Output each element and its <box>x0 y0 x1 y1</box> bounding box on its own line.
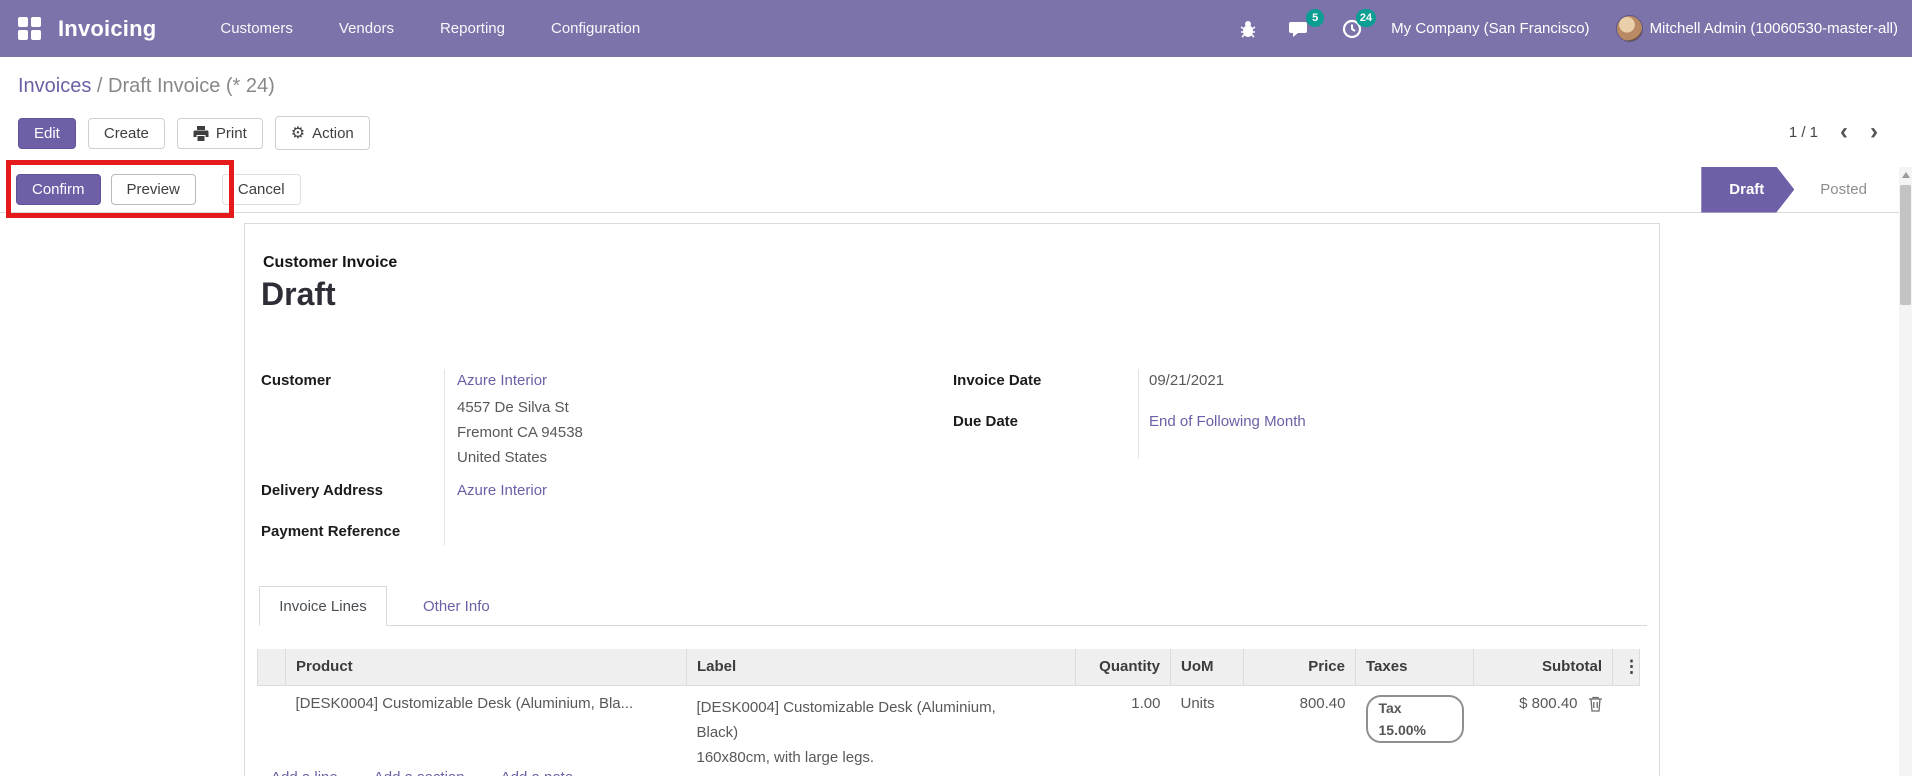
customer-address-line: 4557 De Silva St <box>457 399 569 416</box>
breadcrumb: Invoices / Draft Invoice (* 24) <box>18 75 275 98</box>
app-title[interactable]: Invoicing <box>58 16 156 42</box>
tax-badge[interactable]: Tax 15.00% <box>1365 694 1464 743</box>
create-button[interactable]: Create <box>87 117 165 149</box>
print-button[interactable]: Print <box>176 117 263 149</box>
messages-chat-icon[interactable]: 5 <box>1287 8 1325 42</box>
price-cell[interactable]: 800.40 <box>1243 685 1356 776</box>
right-group-separator <box>1138 369 1139 459</box>
breadcrumb-invoices-link[interactable]: Invoices <box>18 75 91 97</box>
menu-vendors[interactable]: Vendors <box>339 20 394 37</box>
document-type-label: Customer Invoice <box>263 254 398 271</box>
pager-counter: 1 / 1 <box>1788 123 1818 141</box>
delivery-address-value-link[interactable]: Azure Interior <box>457 482 547 499</box>
label-cell[interactable]: [DESK0004] Customizable Desk (Aluminium,… <box>686 685 1076 776</box>
company-switcher[interactable]: My Company (San Francisco) <box>1391 20 1589 37</box>
scrollbar-thumb[interactable] <box>1900 185 1911 305</box>
label-column-header[interactable]: Label <box>686 649 1076 686</box>
status-posted[interactable]: Posted <box>1794 181 1899 198</box>
invoice-sheet: Customer Invoice Draft Customer Azure In… <box>244 223 1660 776</box>
top-navbar: Invoicing Customers Vendors Reporting Co… <box>0 0 1912 57</box>
invoice-date-value[interactable]: 09/21/2021 <box>1149 372 1224 389</box>
subtotal-cell: $ 800.40 <box>1473 685 1613 776</box>
control-panel-buttons: Edit Create Print ⚙ Action <box>18 116 370 150</box>
product-cell[interactable]: [DESK0004] Customizable Desk (Aluminium,… <box>285 685 687 776</box>
main-menu: Customers Vendors Reporting Configuratio… <box>220 20 640 37</box>
customer-address-line: United States <box>457 449 548 466</box>
navbar-right: 5 24 My Company (San Francisco) Mitchell… <box>1235 8 1912 42</box>
subtotal-value: $ 800.40 <box>1519 694 1578 712</box>
vertical-scrollbar[interactable] <box>1899 167 1912 776</box>
preview-button[interactable]: Preview <box>110 174 196 205</box>
pager-next-icon[interactable]: › <box>1870 120 1878 144</box>
printer-icon <box>193 125 209 141</box>
customer-address-line: Fremont CA 94538 <box>457 424 583 441</box>
form-statusbar: Confirm Preview Cancel Draft Posted <box>0 167 1899 213</box>
confirm-button[interactable]: Confirm <box>16 174 101 205</box>
gear-icon: ⚙ <box>290 125 306 142</box>
drag-handle-cell[interactable] <box>257 685 286 776</box>
price-column-header[interactable]: Price <box>1243 649 1356 686</box>
subtotal-column-header[interactable]: Subtotal <box>1473 649 1613 686</box>
tab-other-info[interactable]: Other Info <box>405 586 508 626</box>
quantity-column-header[interactable]: Quantity <box>1075 649 1171 686</box>
taxes-column-header[interactable]: Taxes <box>1355 649 1474 686</box>
left-group-separator <box>444 369 445 545</box>
menu-configuration[interactable]: Configuration <box>551 20 640 37</box>
cancel-button[interactable]: Cancel <box>221 174 301 205</box>
due-date-label: Due Date <box>953 413 1019 430</box>
breadcrumb-separator: / <box>91 75 109 97</box>
apps-grid-icon[interactable] <box>18 16 42 41</box>
payment-reference-label: Payment Reference <box>261 523 401 540</box>
uom-column-header[interactable]: UoM <box>1170 649 1244 686</box>
quantity-cell[interactable]: 1.00 <box>1075 685 1171 776</box>
invoice-lines-table: Product Label Quantity UoM Price Taxes S… <box>257 649 1640 776</box>
invoicing-app-window: Invoicing Customers Vendors Reporting Co… <box>0 0 1912 776</box>
record-pager: 1 / 1 ‹ › <box>1788 120 1878 144</box>
product-column-header[interactable]: Product <box>285 649 687 686</box>
document-state-title: Draft <box>261 276 336 312</box>
menu-reporting[interactable]: Reporting <box>440 20 505 37</box>
breadcrumb-current: Draft Invoice (* 24) <box>108 75 275 97</box>
activities-clock-icon[interactable]: 24 <box>1339 8 1377 42</box>
add-a-section-link[interactable]: Add a section <box>374 769 465 776</box>
handle-column-header <box>257 649 286 686</box>
user-name: Mitchell Admin (10060530-master-all) <box>1649 20 1898 37</box>
tab-invoice-lines[interactable]: Invoice Lines <box>259 586 387 626</box>
taxes-cell[interactable]: Tax 15.00% <box>1355 685 1474 776</box>
invoice-date-label: Invoice Date <box>953 372 1042 389</box>
debug-bug-icon[interactable] <box>1235 16 1261 42</box>
pager-previous-icon[interactable]: ‹ <box>1840 120 1848 144</box>
delivery-address-label: Delivery Address <box>261 482 384 499</box>
status-draft[interactable]: Draft <box>1701 167 1794 213</box>
customer-label: Customer <box>261 372 332 389</box>
edit-button[interactable]: Edit <box>18 117 76 149</box>
add-a-note-link[interactable]: Add a note <box>501 769 574 776</box>
messages-count-badge: 5 <box>1306 8 1325 27</box>
invoice-line-row[interactable]: [DESK0004] Customizable Desk (Aluminium,… <box>257 685 1640 776</box>
uom-cell[interactable]: Units <box>1170 685 1244 776</box>
user-avatar <box>1615 15 1643 42</box>
table-header-row: Product Label Quantity UoM Price Taxes S… <box>257 649 1640 686</box>
delete-line-trash-icon[interactable] <box>1588 696 1603 712</box>
scroll-up-arrow-icon[interactable] <box>1901 172 1910 178</box>
add-a-line-link[interactable]: Add a line <box>271 769 338 776</box>
customer-value-link[interactable]: Azure Interior <box>457 372 547 389</box>
table-footer-links: Add a line Add a section Add a note <box>271 769 573 776</box>
user-menu[interactable]: Mitchell Admin (10060530-master-all) <box>1615 15 1898 42</box>
optional-columns-kebab-icon[interactable]: ⋮ <box>1612 649 1640 686</box>
due-date-value-link[interactable]: End of Following Month <box>1149 413 1306 430</box>
action-button[interactable]: ⚙ Action <box>274 116 370 150</box>
activities-count-badge: 24 <box>1355 8 1377 27</box>
menu-customers[interactable]: Customers <box>220 20 293 37</box>
